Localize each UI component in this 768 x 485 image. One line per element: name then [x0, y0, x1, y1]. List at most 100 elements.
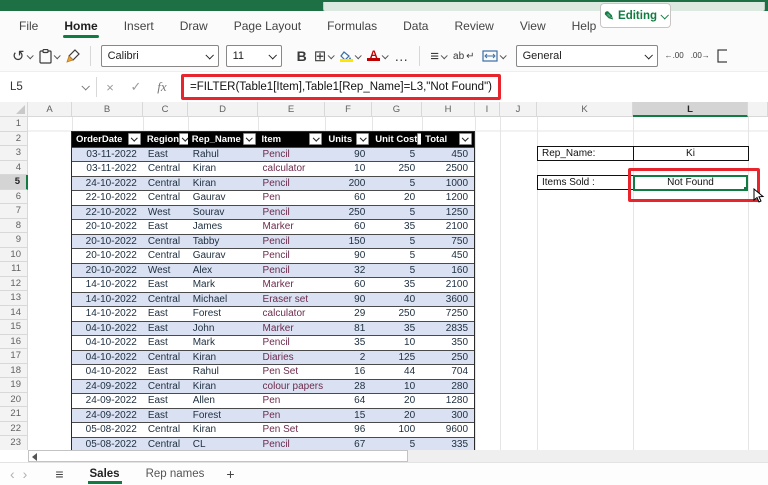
- row-header-7[interactable]: 7: [0, 204, 28, 219]
- row-header-13[interactable]: 13: [0, 291, 28, 306]
- ribbon-tab-review[interactable]: Review: [441, 11, 506, 41]
- column-header-d[interactable]: D: [188, 102, 258, 117]
- table-cell[interactable]: 35: [324, 336, 371, 350]
- wrap-text-button[interactable]: ab ↵: [453, 51, 475, 62]
- formula-input[interactable]: =FILTER(Table1[Item],Table1[Rep_Name]=L3…: [190, 81, 492, 93]
- table-cell[interactable]: Central: [143, 249, 188, 263]
- table-cell[interactable]: 250: [371, 307, 421, 321]
- increase-decimal-button[interactable]: .00→: [691, 52, 710, 60]
- table-row[interactable]: 20-10-2022 East James Marker 60 35 2100: [72, 219, 474, 234]
- table-row[interactable]: 22-10-2022 Central Gaurav Pen 60 20 1200: [72, 190, 474, 205]
- table-cell[interactable]: 2: [324, 351, 371, 365]
- row-header-12[interactable]: 12: [0, 276, 28, 291]
- table-cell[interactable]: 280: [421, 380, 474, 394]
- table-cell[interactable]: 250: [324, 206, 371, 220]
- next-sheet-icon[interactable]: ›: [23, 467, 28, 481]
- table-cell[interactable]: 44: [371, 365, 421, 379]
- font-size-select[interactable]: 11: [225, 45, 282, 67]
- table-cell[interactable]: East: [143, 409, 188, 423]
- table-cell[interactable]: 1000: [421, 177, 474, 191]
- table-cell[interactable]: 04-10-2022: [72, 365, 143, 379]
- table-row[interactable]: 20-10-2022 Central Tabby Pencil 150 5 750: [72, 233, 474, 249]
- table-row[interactable]: 14-10-2022 Central Michael Eraser set 90 40 36…: [72, 291, 474, 306]
- table-cell[interactable]: 14-10-2022: [72, 278, 143, 292]
- table-cell[interactable]: East: [143, 336, 188, 350]
- prev-sheet-icon[interactable]: ‹: [10, 467, 15, 481]
- table-row[interactable]: 24-09-2022 Central Kiran colour papers 28 10 2…: [72, 378, 474, 394]
- table-cell[interactable]: 5: [371, 206, 421, 220]
- table-cell[interactable]: Marker: [258, 278, 325, 292]
- table-cell[interactable]: Pencil: [258, 336, 325, 350]
- table-cell[interactable]: Kiran: [188, 423, 258, 437]
- table-cell[interactable]: Pencil: [258, 249, 325, 263]
- table-cell[interactable]: 10: [324, 162, 371, 176]
- filter-dropdown-button[interactable]: [309, 133, 323, 146]
- row-header-20[interactable]: 20: [0, 392, 28, 407]
- table-cell[interactable]: 150: [324, 235, 371, 249]
- decrease-decimal-button[interactable]: ←.00: [665, 52, 684, 60]
- table-cell[interactable]: 04-10-2022: [72, 351, 143, 365]
- insert-function-icon[interactable]: fx: [149, 79, 175, 95]
- table-cell[interactable]: 250: [371, 162, 421, 176]
- table-cell[interactable]: 20: [371, 191, 421, 205]
- table-cell[interactable]: 2500: [421, 162, 474, 176]
- column-header-b[interactable]: B: [72, 102, 143, 117]
- table-cell[interactable]: 67: [324, 438, 371, 451]
- table-cell[interactable]: calculator: [258, 307, 325, 321]
- table-cell[interactable]: 7250: [421, 307, 474, 321]
- name-box[interactable]: L5: [0, 72, 96, 102]
- table-cell[interactable]: 20-10-2022: [72, 264, 143, 278]
- column-header-g[interactable]: G: [372, 102, 422, 117]
- table-cell[interactable]: East: [143, 307, 188, 321]
- table-row[interactable]: 04-10-2022 East John Marker 81 35 2835: [72, 320, 474, 336]
- table-row[interactable]: 20-10-2022 West Alex Pencil 32 5 160: [72, 262, 474, 278]
- table-cell[interactable]: 300: [421, 409, 474, 423]
- table-cell[interactable]: 2100: [421, 278, 474, 292]
- row-header-17[interactable]: 17: [0, 349, 28, 364]
- table-cell[interactable]: 5: [371, 177, 421, 191]
- table-cell[interactable]: 28: [324, 380, 371, 394]
- ribbon-tab-data[interactable]: Data: [390, 11, 441, 41]
- column-header-a[interactable]: A: [28, 102, 72, 117]
- table-cell[interactable]: 9600: [421, 423, 474, 437]
- table-cell[interactable]: Rahul: [188, 365, 258, 379]
- row-header-15[interactable]: 15: [0, 320, 28, 335]
- table-cell[interactable]: 5: [371, 148, 421, 162]
- table-cell[interactable]: 35: [371, 322, 421, 336]
- cancel-icon[interactable]: ×: [97, 80, 123, 95]
- table-cell[interactable]: East: [143, 322, 188, 336]
- table-cell[interactable]: Forest: [188, 409, 258, 423]
- table-row[interactable]: 14-10-2022 East Mark Marker 60 35 2100: [72, 277, 474, 292]
- table-row[interactable]: 24-09-2022 East Forest Pen 15 20 300: [72, 407, 474, 423]
- horizontal-scrollbar[interactable]: [0, 450, 768, 462]
- table-row[interactable]: 20-10-2022 Central Gaurav Pencil 90 5 450: [72, 248, 474, 263]
- table-row[interactable]: 03-11-2022 Central Kiran calculator 10 250 250…: [72, 161, 474, 176]
- table-cell[interactable]: colour papers: [258, 380, 325, 394]
- ribbon-tab-page-layout[interactable]: Page Layout: [221, 11, 314, 41]
- sheet-tab-sales[interactable]: Sales: [87, 463, 122, 485]
- table-cell[interactable]: Rahul: [188, 148, 258, 162]
- alignment-button[interactable]: ≡: [430, 49, 448, 64]
- filter-dropdown-button[interactable]: [356, 133, 370, 146]
- table-row[interactable]: 04-10-2022 Central Kiran Diaries 2 125 250: [72, 349, 474, 365]
- table-cell[interactable]: 14-10-2022: [72, 307, 143, 321]
- table-cell[interactable]: Mark: [188, 336, 258, 350]
- table-cell[interactable]: Kiran: [188, 351, 258, 365]
- column-header-j[interactable]: J: [500, 102, 537, 117]
- select-all-corner[interactable]: [0, 102, 28, 117]
- table-cell[interactable]: 24-10-2022: [72, 177, 143, 191]
- table-cell[interactable]: 10: [371, 380, 421, 394]
- table-cell[interactable]: 1200: [421, 191, 474, 205]
- table-cell[interactable]: 03-11-2022: [72, 148, 143, 162]
- table-cell[interactable]: Diaries: [258, 351, 325, 365]
- all-sheets-menu-icon[interactable]: ≡: [55, 466, 63, 482]
- table-cell[interactable]: 250: [421, 351, 474, 365]
- row-header-10[interactable]: 10: [0, 247, 28, 262]
- ribbon-tab-formulas[interactable]: Formulas: [314, 11, 390, 41]
- column-header-k[interactable]: K: [537, 102, 633, 117]
- table-cell[interactable]: 1280: [421, 394, 474, 408]
- table-cell[interactable]: John: [188, 322, 258, 336]
- table-cell[interactable]: 05-08-2022: [72, 438, 143, 451]
- table-cell[interactable]: 200: [324, 177, 371, 191]
- table-cell[interactable]: 750: [421, 235, 474, 249]
